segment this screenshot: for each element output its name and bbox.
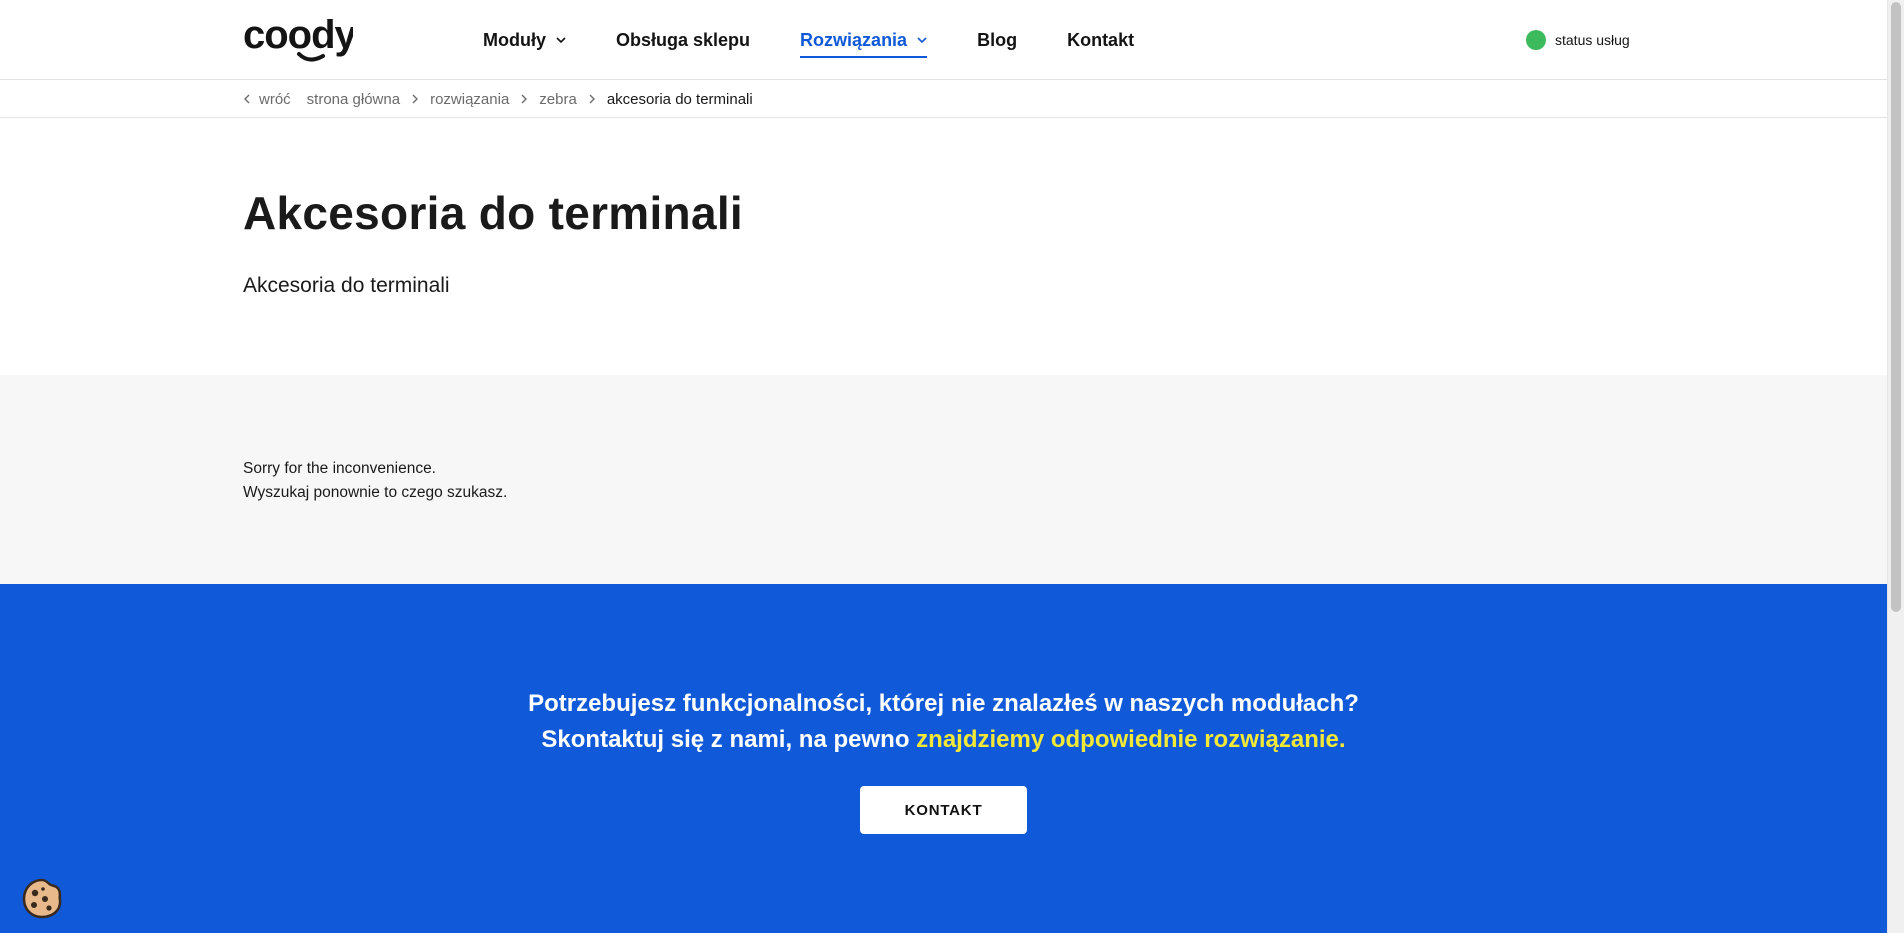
cta-text: Potrzebujesz funkcjonalności, której nie… (0, 686, 1887, 758)
page-subtitle: Akcesoria do terminali (243, 274, 450, 297)
contact-cta-section: Potrzebujesz funkcjonalności, której nie… (0, 584, 1887, 933)
nav-item-moduly[interactable]: Moduły (483, 0, 566, 80)
nav-item-rozwiazania[interactable]: Rozwiązania (800, 0, 928, 80)
nav-item-label: Moduły (483, 29, 546, 50)
chevron-right-icon (412, 94, 419, 104)
cta-line-1: Potrzebujesz funkcjonalności, której nie… (528, 690, 1359, 717)
breadcrumb-zebra[interactable]: zebra (539, 91, 577, 108)
cta-line-2: Skontaktuj się z nami, na pewno znajdzie… (0, 722, 1887, 758)
breadcrumb-current: akcesoria do terminali (606, 90, 753, 108)
breadcrumb-rozwiazania[interactable]: rozwiązania (430, 91, 509, 108)
main-nav: Moduły Obsługa sklepu Rozwiązania Blog K… (483, 0, 1184, 80)
nav-item-kontakt[interactable]: Kontakt (1067, 0, 1134, 80)
empty-results-message: Sorry for the inconvenience. Wyszukaj po… (243, 457, 507, 505)
service-status-link[interactable]: status usług (1526, 30, 1630, 50)
page-header-section: Akcesoria do terminali Akcesoria do term… (0, 118, 1887, 375)
page-title: Akcesoria do terminali (243, 187, 743, 239)
breadcrumb-home[interactable]: strona główna (307, 91, 400, 108)
empty-results-section: Sorry for the inconvenience. Wyszukaj po… (0, 375, 1887, 584)
nav-item-label: Obsługa sklepu (616, 29, 751, 50)
message-line-1: Sorry for the inconvenience. (243, 460, 436, 477)
chevron-down-icon (556, 37, 566, 44)
svg-text:coody.: coody. (243, 14, 353, 57)
status-label: status usług (1555, 32, 1630, 48)
chevron-left-icon (244, 94, 250, 104)
nav-item-label: Kontakt (1067, 29, 1135, 50)
status-indicator-icon (1526, 30, 1546, 50)
nav-item-label: Rozwiązania (800, 29, 908, 50)
contact-button[interactable]: KONTAKT (860, 786, 1027, 834)
coody-logo[interactable]: coody. (243, 14, 353, 64)
scrollbar-thumb[interactable] (1891, 2, 1901, 612)
message-line-2: Wyszukaj ponownie to czego szukasz. (243, 484, 508, 501)
breadcrumb-back-link[interactable]: wróć (243, 91, 291, 108)
cta-line-2-prefix: Skontaktuj się z nami, na pewno (541, 726, 917, 753)
site-header: coody. Moduły Obsługa sklepu Rozwiązania… (0, 0, 1887, 80)
breadcrumb: wróć strona główna rozwiązania zebra akc… (0, 80, 1887, 118)
cookie-icon[interactable] (21, 877, 63, 919)
chevron-right-icon (589, 94, 595, 104)
cta-line-2-highlight: znajdziemy odpowiednie rozwiązanie. (916, 726, 1346, 753)
nav-item-blog[interactable]: Blog (977, 0, 1017, 80)
page-scrollbar[interactable] (1887, 0, 1904, 933)
nav-item-obsluga-sklepu[interactable]: Obsługa sklepu (616, 0, 750, 80)
chevron-right-icon (521, 94, 528, 104)
chevron-down-icon (917, 37, 927, 44)
nav-item-label: Blog (977, 29, 1018, 50)
breadcrumb-back-label: wróć (259, 90, 291, 108)
